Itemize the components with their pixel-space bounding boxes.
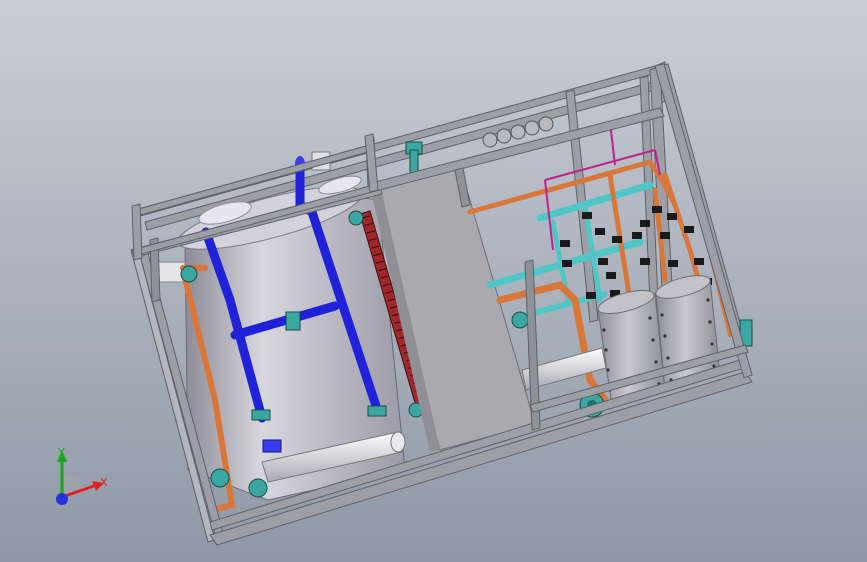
flange-bolt (660, 313, 664, 317)
conduit-port (510, 124, 526, 140)
valve-body[interactable] (612, 236, 622, 243)
conduit-port (538, 116, 554, 132)
valve-body[interactable] (668, 260, 678, 267)
x-axis-label: X (100, 476, 108, 489)
valve-body[interactable] (582, 212, 592, 219)
flange-bolt (602, 328, 606, 332)
valve-body[interactable] (560, 240, 570, 247)
flange-bolt (604, 348, 608, 352)
valve-body[interactable] (598, 258, 608, 265)
flange-bolt (710, 342, 714, 346)
cad-viewport[interactable]: Y X (0, 0, 867, 562)
valve-body[interactable] (667, 213, 677, 220)
flange-bolt (651, 338, 655, 342)
flange-bolt (706, 298, 710, 302)
flange-bolt (648, 316, 652, 320)
z-axis-dot (56, 493, 68, 505)
valve-body[interactable] (562, 260, 572, 267)
valve-body[interactable] (694, 258, 704, 265)
conduit-port (524, 120, 540, 136)
equipment-skid-model[interactable]: Y X (0, 0, 867, 562)
valve-body[interactable] (640, 258, 650, 265)
flange-bolt (708, 320, 712, 324)
valve-body[interactable] (684, 226, 694, 233)
valve-body[interactable] (632, 232, 642, 239)
valve-body[interactable] (595, 228, 605, 235)
valve-body[interactable] (606, 272, 616, 279)
flange-bolt (666, 356, 670, 360)
y-axis-label: Y (57, 446, 65, 459)
flange-bolt (654, 360, 658, 364)
valve-body[interactable] (660, 232, 670, 239)
valve-body[interactable] (586, 292, 596, 299)
valve-body[interactable] (652, 206, 662, 213)
conduit-port (496, 128, 512, 144)
flange-bolt (663, 334, 667, 338)
flange-bolt (606, 368, 610, 372)
valve-body[interactable] (640, 220, 650, 227)
conduit-port (482, 132, 498, 148)
